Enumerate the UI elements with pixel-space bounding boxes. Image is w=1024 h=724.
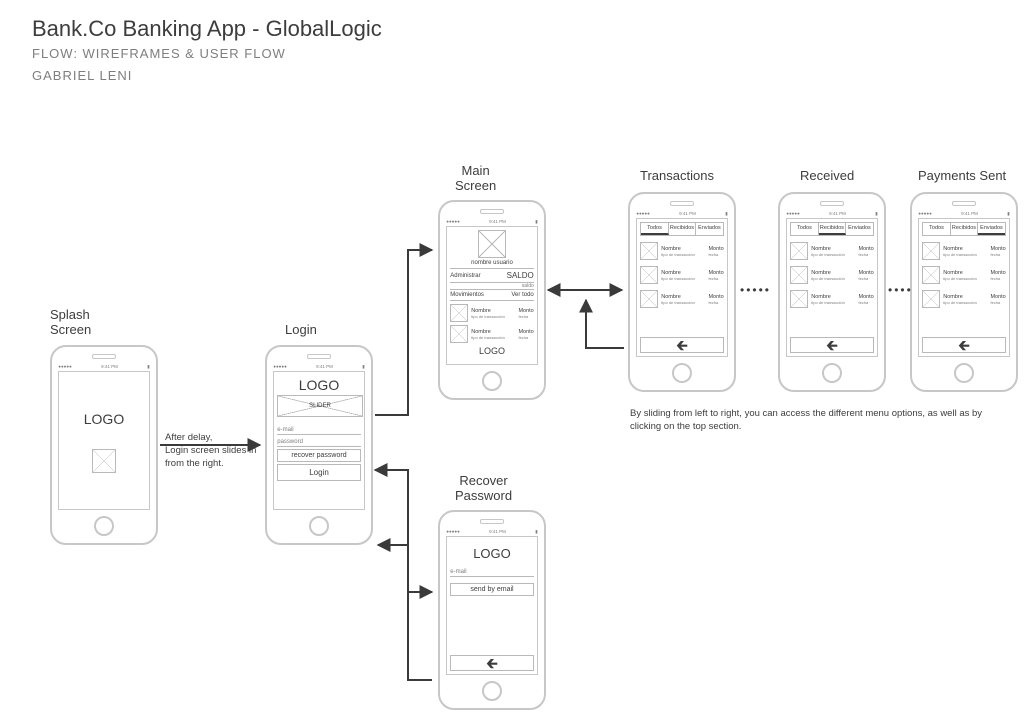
tx-icon bbox=[640, 266, 658, 284]
email-field[interactable]: e-mail bbox=[277, 423, 361, 435]
login-button[interactable]: Login bbox=[277, 464, 361, 481]
login-logo: LOGO bbox=[277, 377, 361, 393]
label-received: Received bbox=[800, 168, 854, 183]
page-subtitle: FLOW: WIREFRAMES & USER FLOW bbox=[32, 46, 286, 61]
transaction-row[interactable]: Nombretipo de transacciónMontofecha bbox=[790, 290, 874, 308]
back-button[interactable]: 🡰 bbox=[790, 337, 874, 353]
connector-dots: ••••• bbox=[740, 283, 771, 297]
tab-todos[interactable]: Todos bbox=[791, 223, 819, 235]
tab-enviados[interactable]: Enviados bbox=[978, 223, 1005, 235]
tx-tabs: Todos Recibidos Enviados bbox=[640, 222, 724, 236]
phone-speaker bbox=[820, 201, 844, 206]
transaction-row[interactable]: Nombretipo de transacciónMontofecha bbox=[922, 242, 1006, 260]
tab-todos[interactable]: Todos bbox=[923, 223, 951, 235]
avatar-placeholder bbox=[478, 230, 506, 258]
home-button bbox=[672, 363, 692, 383]
back-button[interactable]: 🡰 bbox=[640, 337, 724, 353]
recover-password-button[interactable]: recover password bbox=[277, 449, 361, 462]
view-all-link[interactable]: Ver todo bbox=[511, 292, 533, 298]
tx-icon bbox=[450, 304, 468, 322]
home-button bbox=[822, 363, 842, 383]
phone-recover: ●●●●●9:41 PM▮ LOGO e-mail send by email … bbox=[438, 510, 546, 710]
page-author: GABRIEL LENI bbox=[32, 68, 132, 83]
phone-transactions: ●●●●●9:41 PM▮ Todos Recibidos Enviados N… bbox=[628, 192, 736, 392]
label-sent: Payments Sent bbox=[918, 168, 1006, 183]
password-field[interactable]: password bbox=[277, 435, 361, 447]
footer-logo: LOGO bbox=[450, 346, 534, 356]
manage-link[interactable]: Administrar bbox=[450, 273, 480, 279]
splash-logo: LOGO bbox=[84, 411, 124, 427]
phone-speaker bbox=[670, 201, 694, 206]
status-bar: ●●●●●9:41 PM▮ bbox=[446, 529, 538, 535]
transaction-row[interactable]: Nombretipo de transacción Montofecha bbox=[450, 325, 534, 343]
transaction-row[interactable]: Nombretipo de transacciónMontofecha bbox=[922, 290, 1006, 308]
transaction-row[interactable]: Nombretipo de transacciónMontofecha bbox=[790, 266, 874, 284]
home-button bbox=[482, 371, 502, 391]
home-button bbox=[482, 681, 502, 701]
placeholder-icon bbox=[92, 449, 116, 473]
transaction-row[interactable]: Nombretipo de transacciónMontofecha bbox=[640, 290, 724, 308]
connector-dots: •••• bbox=[888, 283, 913, 297]
label-recover: Recover Password bbox=[455, 473, 512, 503]
phone-speaker bbox=[952, 201, 976, 206]
caption-after-splash: After delay, Login screen slides in from… bbox=[165, 432, 256, 470]
recover-logo: LOGO bbox=[450, 546, 534, 561]
transaction-row[interactable]: Nombretipo de transacciónMontofecha bbox=[640, 242, 724, 260]
phone-main: ●●●●●9:41 PM▮ nombre usuario Administrar… bbox=[438, 200, 546, 400]
tab-enviados[interactable]: Enviados bbox=[846, 223, 873, 235]
phone-speaker bbox=[480, 519, 504, 524]
tx-icon bbox=[450, 325, 468, 343]
tx-icon bbox=[640, 242, 658, 260]
phone-sent: ●●●●●9:41 PM▮ Todos Recibidos Enviados N… bbox=[910, 192, 1018, 392]
transaction-row[interactable]: Nombretipo de transacción Montofecha bbox=[450, 304, 534, 322]
back-button[interactable]: 🡰 bbox=[450, 655, 534, 671]
back-button[interactable]: 🡰 bbox=[922, 337, 1006, 353]
status-bar: ●●●●●9:41 PM▮ bbox=[273, 364, 365, 370]
phone-speaker bbox=[480, 209, 504, 214]
tab-todos[interactable]: Todos bbox=[641, 223, 669, 235]
username: nombre usuario bbox=[471, 260, 513, 266]
tx-icon bbox=[790, 266, 808, 284]
home-button bbox=[94, 516, 114, 536]
phone-splash: ●●●●●9:41 PM▮ LOGO bbox=[50, 345, 158, 545]
phone-speaker bbox=[92, 354, 116, 359]
status-bar: ●●●●●9:41 PM▮ bbox=[786, 211, 878, 217]
login-slider[interactable]: SLIDER bbox=[277, 395, 363, 417]
phone-speaker bbox=[307, 354, 331, 359]
tx-icon bbox=[790, 290, 808, 308]
movements-label: Movimientos bbox=[450, 292, 484, 298]
page-title: Bank.Co Banking App - GlobalLogic bbox=[32, 16, 382, 42]
recover-email-field[interactable]: e-mail bbox=[450, 565, 534, 577]
tx-tabs: Todos Recibidos Enviados bbox=[790, 222, 874, 236]
tx-tabs: Todos Recibidos Enviados bbox=[922, 222, 1006, 236]
phone-login: ●●●●●9:41 PM▮ LOGO SLIDER e-mail passwor… bbox=[265, 345, 373, 545]
send-email-button[interactable]: send by email bbox=[450, 583, 534, 596]
transaction-row[interactable]: Nombretipo de transacciónMontofecha bbox=[790, 242, 874, 260]
label-login: Login bbox=[285, 322, 317, 337]
tx-icon bbox=[790, 242, 808, 260]
status-bar: ●●●●●9:41 PM▮ bbox=[446, 219, 538, 225]
tx-icon bbox=[922, 266, 940, 284]
status-bar: ●●●●●9:41 PM▮ bbox=[918, 211, 1010, 217]
balance-value: SALDO bbox=[507, 271, 534, 280]
transaction-row[interactable]: Nombretipo de transacciónMontofecha bbox=[640, 266, 724, 284]
tab-recibidos[interactable]: Recibidos bbox=[951, 223, 979, 235]
tab-enviados[interactable]: Enviados bbox=[696, 223, 723, 235]
label-transactions: Transactions bbox=[640, 168, 714, 183]
tx-icon bbox=[922, 290, 940, 308]
label-splash: Splash Screen bbox=[50, 307, 91, 337]
home-button bbox=[954, 363, 974, 383]
tab-recibidos[interactable]: Recibidos bbox=[819, 223, 847, 235]
label-main: Main Screen bbox=[455, 163, 496, 193]
home-button bbox=[309, 516, 329, 536]
tx-icon bbox=[640, 290, 658, 308]
transaction-row[interactable]: Nombretipo de transacciónMontofecha bbox=[922, 266, 1006, 284]
phone-received: ●●●●●9:41 PM▮ Todos Recibidos Enviados N… bbox=[778, 192, 886, 392]
tab-recibidos[interactable]: Recibidos bbox=[669, 223, 697, 235]
status-bar: ●●●●●9:41 PM▮ bbox=[58, 364, 150, 370]
caption-slide-hint: By sliding from left to right, you can a… bbox=[630, 408, 1000, 434]
tx-icon bbox=[922, 242, 940, 260]
status-bar: ●●●●●9:41 PM▮ bbox=[636, 211, 728, 217]
